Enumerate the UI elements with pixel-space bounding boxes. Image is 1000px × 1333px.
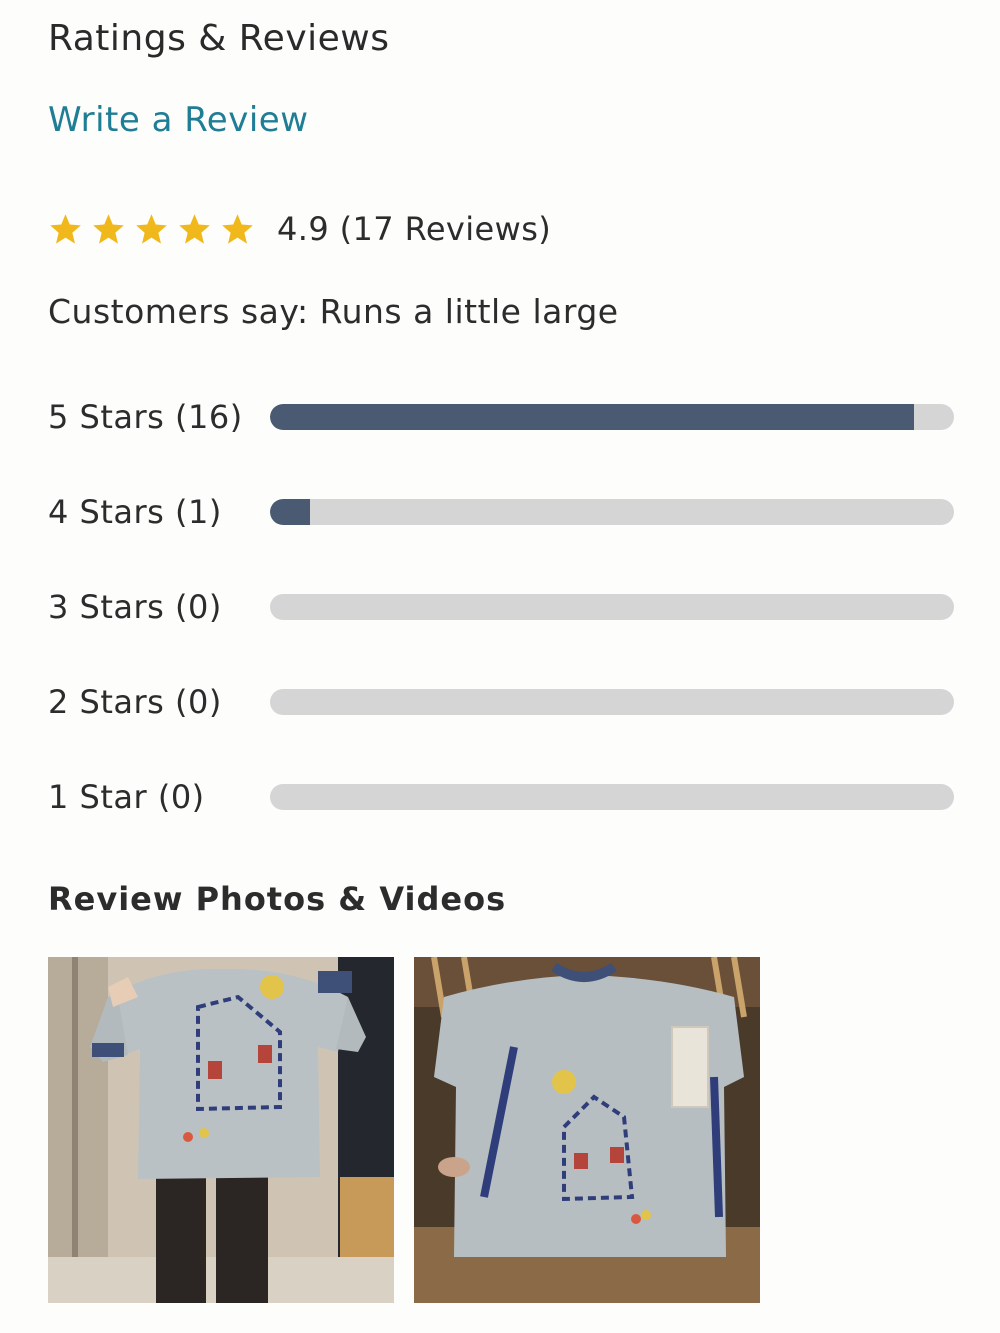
review-photo-image <box>414 957 760 1303</box>
rating-bar-track[interactable] <box>270 784 954 810</box>
star-icon <box>136 213 167 244</box>
review-media-heading: Review Photos & Videos <box>48 880 507 918</box>
write-review-link[interactable]: Write a Review <box>48 100 309 140</box>
rating-bar-track[interactable] <box>270 689 954 715</box>
rating-bar-fill <box>270 499 311 525</box>
rating-row-label[interactable]: 5 Stars (16) <box>48 398 270 436</box>
rating-row-label[interactable]: 2 Stars (0) <box>48 683 270 721</box>
rating-row-label[interactable]: 3 Stars (0) <box>48 588 270 626</box>
rating-bar-track[interactable] <box>270 594 954 620</box>
rating-bar-track[interactable] <box>270 499 954 525</box>
section-title: Ratings & Reviews <box>48 18 390 59</box>
star-rating <box>48 212 255 247</box>
star-icon <box>93 213 124 244</box>
rating-row-4-stars[interactable]: 4 Stars (1) <box>48 492 956 532</box>
rating-row-1-star[interactable]: 1 Star (0) <box>48 777 956 817</box>
rating-row-label[interactable]: 4 Stars (1) <box>48 493 270 531</box>
rating-row-5-stars[interactable]: 5 Stars (16) <box>48 397 956 437</box>
rating-row-label[interactable]: 1 Star (0) <box>48 778 270 816</box>
rating-summary: 4.9 (17 Reviews) <box>277 210 552 248</box>
star-icon <box>222 213 253 244</box>
rating-row-2-stars[interactable]: 2 Stars (0) <box>48 682 956 722</box>
star-icon <box>179 213 210 244</box>
review-photo-worn-sweater[interactable] <box>48 957 394 1303</box>
fit-summary: Customers say: Runs a little large <box>48 292 619 331</box>
review-photo-sweater-on-hanger[interactable] <box>414 957 760 1303</box>
rating-bar-track[interactable] <box>270 404 954 430</box>
average-rating: 4.9 (17 Reviews) <box>48 210 551 248</box>
rating-bar-fill <box>270 404 914 430</box>
star-icon <box>50 213 81 244</box>
rating-row-3-stars[interactable]: 3 Stars (0) <box>48 587 956 627</box>
review-photo-image <box>48 957 394 1303</box>
